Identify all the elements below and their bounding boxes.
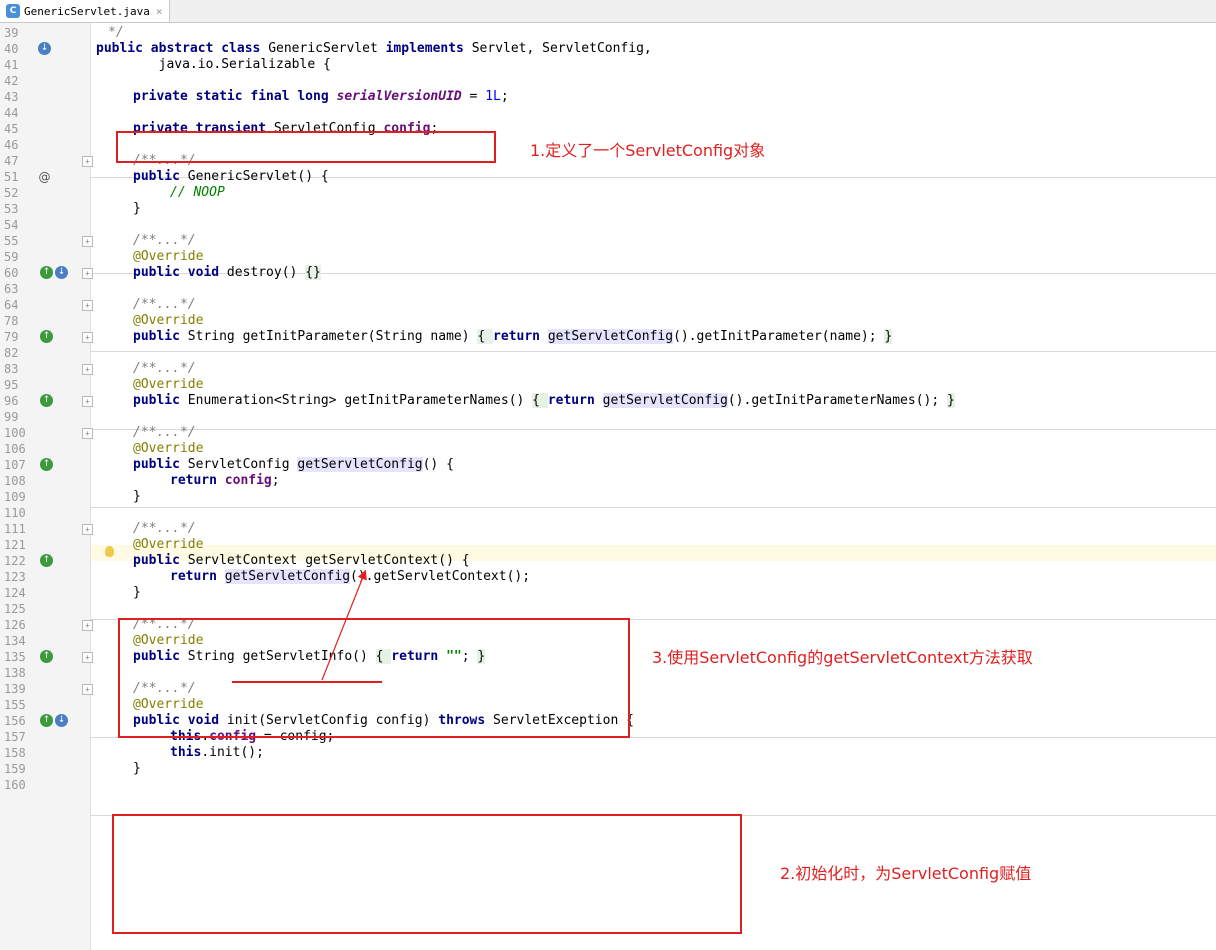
annotation-arrow [321, 569, 367, 681]
annotation-arrow-layer [321, 569, 367, 681]
